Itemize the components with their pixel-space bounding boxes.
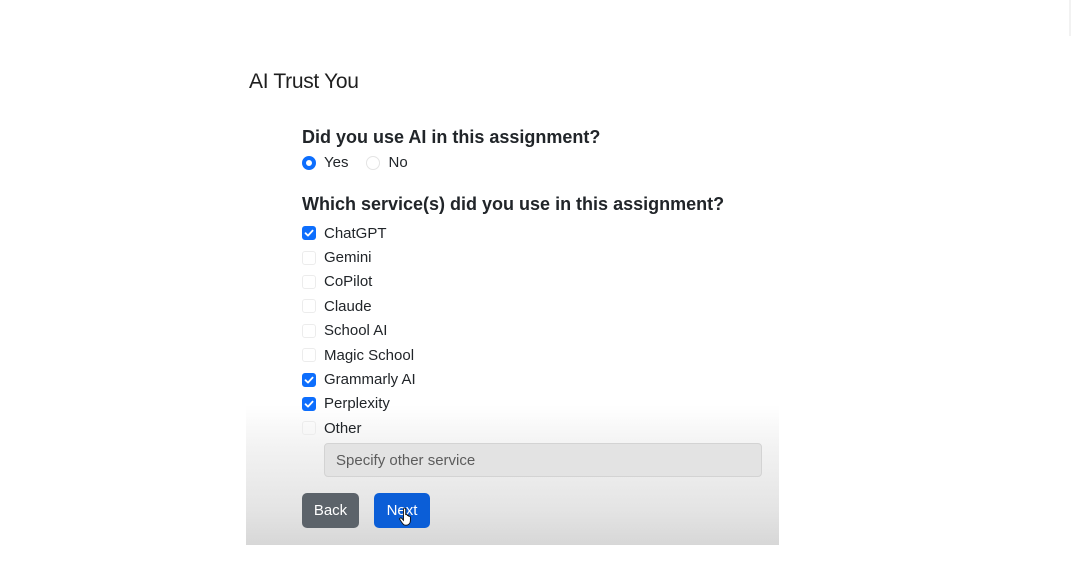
ai-use-radio-group: Yes No xyxy=(302,154,426,171)
other-service-input[interactable] xyxy=(324,443,762,477)
checkbox[interactable] xyxy=(302,274,316,289)
next-button[interactable]: Next xyxy=(374,493,430,528)
service-label: ChatGPT xyxy=(324,224,387,242)
service-label: School AI xyxy=(324,322,388,340)
service-option-claude[interactable]: Claude xyxy=(302,294,416,318)
service-option-grammarly-ai[interactable]: Grammarly AI xyxy=(302,367,416,391)
checkbox[interactable] xyxy=(302,323,316,338)
service-option-gemini[interactable]: Gemini xyxy=(302,245,416,269)
radio-yes[interactable] xyxy=(302,155,316,170)
checkbox[interactable] xyxy=(302,396,316,411)
radio-option-no[interactable]: No xyxy=(366,154,408,171)
checkbox[interactable] xyxy=(302,372,316,387)
radio-no-label: No xyxy=(388,154,408,171)
service-option-copilot[interactable]: CoPilot xyxy=(302,270,416,294)
checkbox[interactable] xyxy=(302,421,316,436)
ai-disclosure-form: Did you use AI in this assignment? Yes N… xyxy=(246,110,779,545)
checkbox[interactable] xyxy=(302,226,316,241)
question-services: Which service(s) did you use in this ass… xyxy=(302,194,725,214)
service-label: Perplexity xyxy=(324,395,390,413)
checkmark-icon xyxy=(304,229,314,237)
service-option-school-ai[interactable]: School AI xyxy=(302,319,416,343)
radio-option-yes[interactable]: Yes xyxy=(302,154,348,171)
service-label: Grammarly AI xyxy=(324,371,416,389)
service-label: Claude xyxy=(324,297,372,315)
service-option-perplexity[interactable]: Perplexity xyxy=(302,392,416,416)
services-checkbox-list: ChatGPT Gemini CoPilot Claude School AI Magic… xyxy=(302,221,416,441)
page-title: AI Trust You xyxy=(249,70,359,93)
service-option-other[interactable]: Other xyxy=(302,416,416,440)
service-label: Gemini xyxy=(324,249,372,267)
checkmark-icon xyxy=(304,376,314,384)
checkbox[interactable] xyxy=(302,250,316,265)
service-label: Magic School xyxy=(324,346,415,364)
service-option-chatgpt[interactable]: ChatGPT xyxy=(302,221,416,245)
radio-no[interactable] xyxy=(366,155,381,170)
radio-yes-label: Yes xyxy=(324,154,349,171)
checkbox[interactable] xyxy=(302,348,316,363)
checkbox[interactable] xyxy=(302,299,316,314)
service-label: Other xyxy=(324,419,362,437)
service-option-magic-school[interactable]: Magic School xyxy=(302,343,416,367)
back-button[interactable]: Back xyxy=(302,493,359,528)
question-ai-use: Did you use AI in this assignment? xyxy=(302,127,601,147)
checkmark-icon xyxy=(304,400,314,408)
service-label: CoPilot xyxy=(324,273,373,291)
